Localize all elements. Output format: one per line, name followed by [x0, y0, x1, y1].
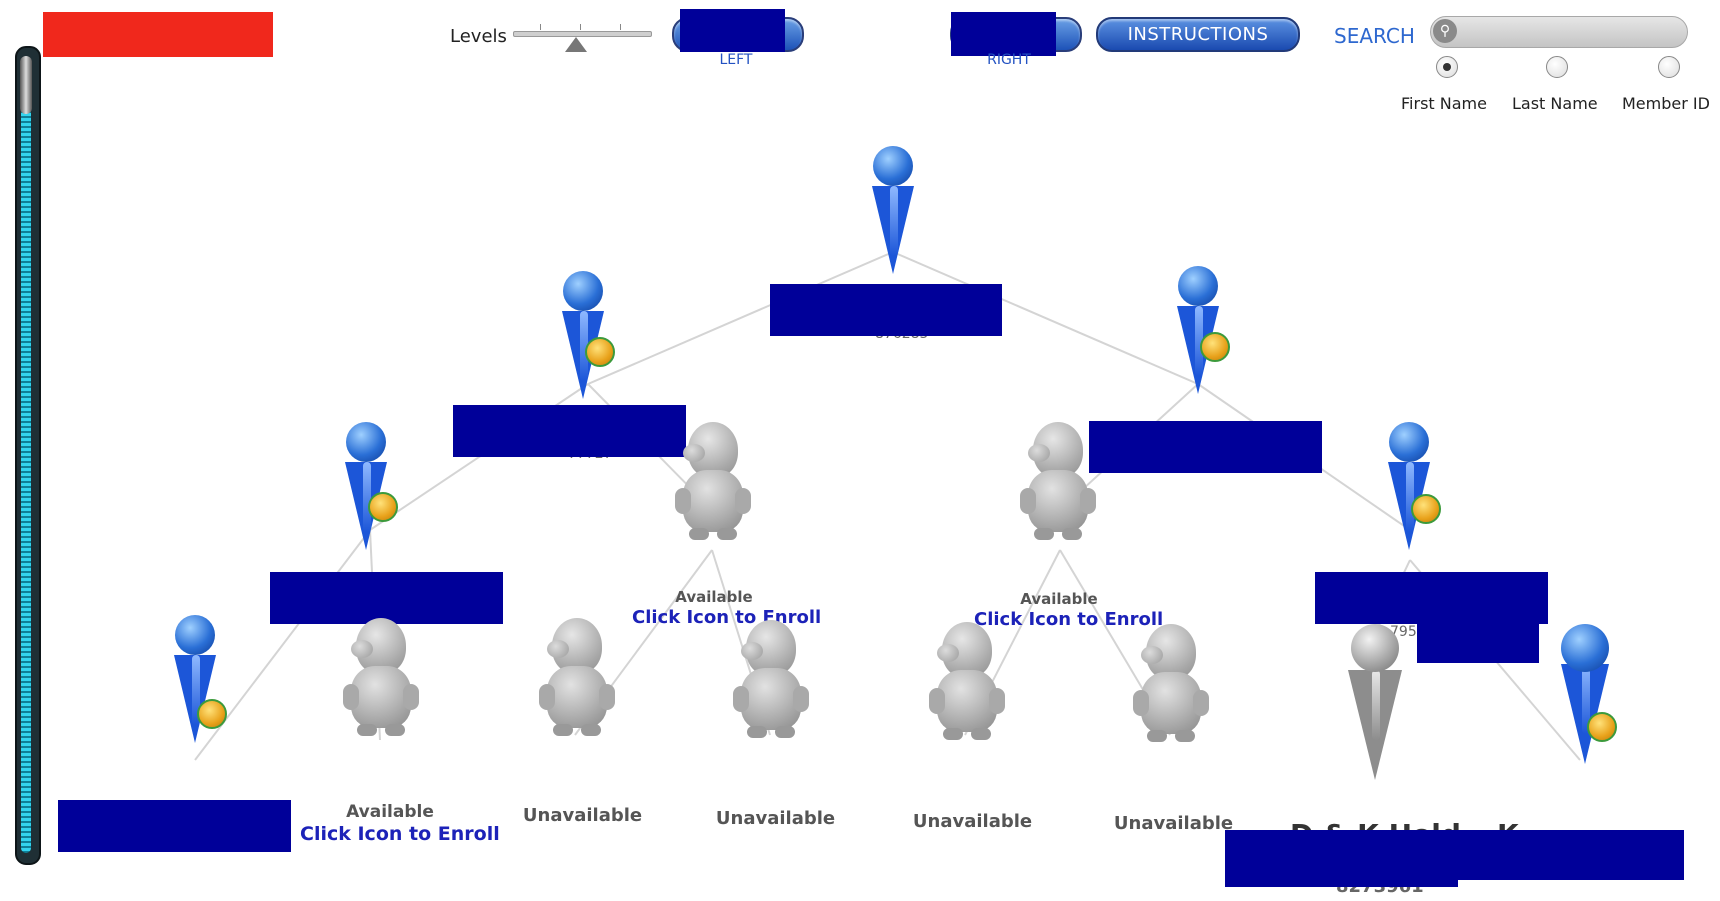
- member-node-l3a[interactable]: [341, 422, 398, 552]
- redacted-bottom-name-b: [1420, 830, 1684, 880]
- placeholder-arm: [1020, 488, 1036, 514]
- member-figure-head: [1561, 624, 1609, 672]
- member-figure-head: [873, 146, 913, 186]
- placeholder-arm: [733, 686, 749, 712]
- placeholder-foot: [747, 726, 767, 738]
- rank-badge-icon: [585, 337, 615, 367]
- placeholder-torso: [683, 470, 743, 532]
- placeholder-foot: [717, 528, 737, 540]
- placeholder-nose: [547, 640, 569, 658]
- redacted-l3d-extra: [1417, 618, 1539, 663]
- redacted-l3d-name: [1315, 572, 1548, 624]
- redacted-l2-right-name: [1089, 421, 1322, 473]
- placeholder-torso: [741, 668, 801, 730]
- rank-badge-icon: [1411, 494, 1441, 524]
- placeholder-torso: [1028, 470, 1088, 532]
- placeholder-foot: [943, 728, 963, 740]
- placeholder-arm: [1080, 488, 1096, 514]
- member-figure-head: [175, 615, 215, 655]
- member-node-right[interactable]: [1173, 266, 1230, 396]
- redacted-root-name: [770, 284, 1002, 336]
- placeholder-foot: [1175, 730, 1195, 742]
- placeholder-arm: [989, 688, 1005, 714]
- placeholder-arm: [1193, 690, 1209, 716]
- unavailable-spot-l4f: [1126, 624, 1216, 754]
- member-figure-head: [1351, 624, 1399, 672]
- placeholder-arm: [1133, 690, 1149, 716]
- placeholder-foot: [581, 724, 601, 736]
- redacted-l3a-name: [270, 572, 503, 624]
- status-available: Available: [675, 588, 753, 606]
- member-figure-head: [346, 422, 386, 462]
- member-figure-glow: [363, 462, 371, 532]
- status-unavailable: Unavailable: [912, 811, 1033, 832]
- status-available: Available: [1020, 590, 1098, 608]
- open-spot-l3b[interactable]: [668, 422, 758, 552]
- open-spot-l3c[interactable]: [1013, 422, 1103, 552]
- status-available: Available: [346, 802, 434, 822]
- rank-badge-icon: [1587, 712, 1617, 742]
- unavailable-spot-l4d: [726, 620, 816, 750]
- member-node-l4a[interactable]: [170, 615, 227, 745]
- placeholder-foot: [553, 724, 573, 736]
- enroll-link[interactable]: Click Icon to Enroll: [300, 823, 500, 845]
- placeholder-foot: [689, 528, 709, 540]
- placeholder-foot: [1062, 528, 1082, 540]
- placeholder-arm: [599, 684, 615, 710]
- placeholder-foot: [775, 726, 795, 738]
- rank-badge-icon: [1200, 332, 1230, 362]
- tree-connectors: [194, 251, 1581, 761]
- placeholder-foot: [1147, 730, 1167, 742]
- rank-badge-icon: [368, 492, 398, 522]
- placeholder-nose: [1028, 444, 1050, 462]
- member-node-l3d[interactable]: [1384, 422, 1441, 552]
- member-node-left[interactable]: [558, 271, 615, 401]
- placeholder-arm: [539, 684, 555, 710]
- placeholder-foot: [1034, 528, 1054, 540]
- placeholder-nose: [937, 644, 959, 662]
- status-unavailable: Unavailable: [715, 808, 836, 829]
- placeholder-arm: [735, 488, 751, 514]
- status-unavailable: Unavailable: [522, 805, 643, 826]
- member-figure-glow: [890, 186, 898, 256]
- open-spot-l4b[interactable]: [336, 618, 426, 748]
- unavailable-spot-l4c: [532, 618, 622, 748]
- placeholder-nose: [1141, 646, 1163, 664]
- member-figure-head: [563, 271, 603, 311]
- placeholder-nose: [683, 444, 705, 462]
- placeholder-arm: [343, 684, 359, 710]
- placeholder-nose: [351, 640, 373, 658]
- member-node-l4h[interactable]: [1560, 624, 1617, 774]
- rank-badge-icon: [197, 699, 227, 729]
- placeholder-arm: [403, 684, 419, 710]
- member-figure-glow: [1406, 462, 1414, 532]
- member-node-l4g-inactive[interactable]: [1347, 624, 1403, 794]
- member-node-root[interactable]: [868, 146, 918, 276]
- status-unavailable: Unavailable: [1113, 813, 1234, 834]
- member-figure-head: [1178, 266, 1218, 306]
- redacted-l2-left-name: [453, 405, 686, 457]
- placeholder-foot: [971, 728, 991, 740]
- placeholder-arm: [929, 688, 945, 714]
- placeholder-foot: [357, 724, 377, 736]
- placeholder-torso: [1141, 672, 1201, 734]
- placeholder-arm: [675, 488, 691, 514]
- placeholder-arm: [793, 686, 809, 712]
- placeholder-nose: [741, 642, 763, 660]
- member-figure-head: [1389, 422, 1429, 462]
- member-figure-glow: [1372, 670, 1380, 740]
- redacted-l4a-name: [58, 800, 291, 852]
- placeholder-torso: [547, 666, 607, 728]
- placeholder-torso: [351, 666, 411, 728]
- placeholder-foot: [385, 724, 405, 736]
- unavailable-spot-l4e: [922, 622, 1012, 752]
- placeholder-torso: [937, 670, 997, 732]
